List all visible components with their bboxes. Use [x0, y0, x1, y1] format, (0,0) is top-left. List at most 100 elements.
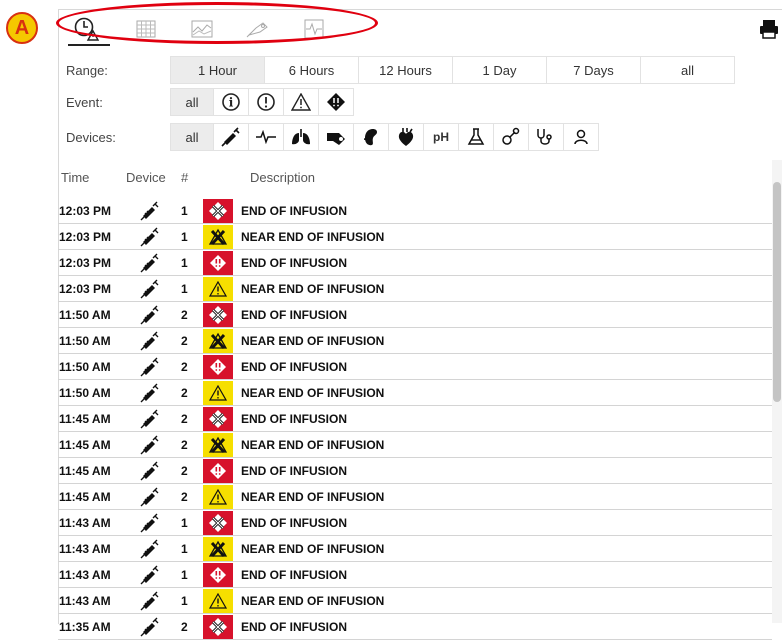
- syringe-icon: [125, 201, 177, 221]
- devices-all[interactable]: all: [170, 123, 214, 151]
- table-row[interactable]: 11:45 AM 2 END OF INFUSION: [58, 458, 772, 484]
- svg-text:i: i: [229, 96, 234, 110]
- row-time: 11:45 AM: [59, 463, 111, 478]
- range-all[interactable]: all: [640, 56, 735, 84]
- row-time: 11:45 AM: [59, 411, 111, 426]
- warning-triangle-icon[interactable]: [283, 88, 319, 116]
- yellow-tri-alarm-icon: [203, 380, 233, 405]
- row-description: NEAR END OF INFUSION: [241, 593, 385, 608]
- row-number: 2: [181, 489, 188, 504]
- scrollbar-thumb[interactable]: [773, 182, 781, 402]
- range-1-hour[interactable]: 1 Hour: [170, 56, 265, 84]
- chart-icon[interactable]: [180, 14, 224, 44]
- ph-icon[interactable]: pH: [423, 123, 459, 151]
- info-icon[interactable]: i: [213, 88, 249, 116]
- pump-device-icon[interactable]: [318, 123, 354, 151]
- row-description: END OF INFUSION: [241, 463, 348, 478]
- kidney-icon[interactable]: [353, 123, 389, 151]
- table-row[interactable]: 11:50 AM 2 END OF INFUSION: [58, 354, 772, 380]
- table-row[interactable]: 11:35 AM 2 END OF INFUSION: [58, 614, 772, 640]
- pacifier-icon[interactable]: [493, 123, 529, 151]
- event-filter: Event: all i: [66, 87, 354, 117]
- row-description: END OF INFUSION: [241, 567, 348, 582]
- table-row[interactable]: 11:43 AM 1 NEAR END OF INFUSION: [58, 536, 772, 562]
- range-12-hours[interactable]: 12 Hours: [358, 56, 453, 84]
- yellow-tri-alarm-icon: [203, 484, 233, 509]
- row-description: END OF INFUSION: [241, 515, 348, 530]
- row-number: 1: [181, 281, 188, 296]
- devices-filter: Devices: all pH: [66, 122, 599, 152]
- flask-icon[interactable]: [458, 123, 494, 151]
- row-description: NEAR END OF INFUSION: [241, 333, 385, 348]
- syringe-icon: [125, 487, 177, 507]
- table-row[interactable]: 11:50 AM 2 NEAR END OF INFUSION: [58, 380, 772, 406]
- row-number: 2: [181, 619, 188, 634]
- table-row[interactable]: 11:45 AM 2 END OF INFUSION: [58, 406, 772, 432]
- syringe-icon: [125, 383, 177, 403]
- row-time: 11:45 AM: [59, 489, 111, 504]
- row-description: NEAR END OF INFUSION: [241, 541, 385, 556]
- range-7-days[interactable]: 7 Days: [546, 56, 641, 84]
- heart-icon[interactable]: [388, 123, 424, 151]
- exclamation-circle-icon[interactable]: [248, 88, 284, 116]
- alarm-diamond-icon[interactable]: [318, 88, 354, 116]
- table-row[interactable]: 11:43 AM 1 END OF INFUSION: [58, 510, 772, 536]
- red-x-alarm-icon: [203, 406, 233, 431]
- row-time: 11:43 AM: [59, 541, 111, 556]
- row-description: END OF INFUSION: [241, 255, 348, 270]
- lungs-icon[interactable]: [283, 123, 319, 151]
- syringe-icon: [125, 279, 177, 299]
- row-time: 11:50 AM: [59, 385, 111, 400]
- stethoscope-icon[interactable]: [528, 123, 564, 151]
- table-row[interactable]: 11:50 AM 2 NEAR END OF INFUSION: [58, 328, 772, 354]
- event-all[interactable]: all: [170, 88, 214, 116]
- yellow-x-alarm-icon: [203, 536, 233, 561]
- clock-alarm-icon[interactable]: [64, 14, 110, 46]
- row-number: 1: [181, 515, 188, 530]
- row-time: 12:03 PM: [59, 281, 112, 296]
- row-number: 1: [181, 255, 188, 270]
- syringe-icon[interactable]: [213, 123, 249, 151]
- row-description: END OF INFUSION: [241, 411, 348, 426]
- pump-icon[interactable]: [236, 14, 280, 44]
- devices-label: Devices:: [66, 129, 116, 145]
- header-number[interactable]: #: [181, 170, 188, 185]
- callout-badge: A: [6, 12, 38, 44]
- header-device[interactable]: Device: [126, 170, 166, 185]
- table-row[interactable]: 12:03 PM 1 NEAR END OF INFUSION: [58, 224, 772, 250]
- header-time[interactable]: Time: [61, 170, 89, 185]
- table-row[interactable]: 11:43 AM 1 END OF INFUSION: [58, 562, 772, 588]
- table-row[interactable]: 12:03 PM 1 NEAR END OF INFUSION: [58, 276, 772, 302]
- table-row[interactable]: 12:03 PM 1 END OF INFUSION: [58, 198, 772, 224]
- table-row[interactable]: 11:45 AM 2 NEAR END OF INFUSION: [58, 484, 772, 510]
- red-x-alarm-icon: [203, 614, 233, 639]
- row-number: 1: [181, 203, 188, 218]
- event-label: Event:: [66, 94, 103, 110]
- table-row[interactable]: 11:50 AM 2 END OF INFUSION: [58, 302, 772, 328]
- row-time: 11:43 AM: [59, 515, 111, 530]
- table-row[interactable]: 12:03 PM 1 END OF INFUSION: [58, 250, 772, 276]
- ecg-icon[interactable]: [248, 123, 284, 151]
- syringe-icon: [125, 357, 177, 377]
- table-row[interactable]: 11:45 AM 2 NEAR END OF INFUSION: [58, 432, 772, 458]
- red-diamond-alarm-icon: [203, 250, 233, 275]
- row-time: 11:50 AM: [59, 359, 111, 374]
- yellow-tri-alarm-icon: [203, 588, 233, 613]
- person-icon[interactable]: [563, 123, 599, 151]
- range-1-day[interactable]: 1 Day: [452, 56, 547, 84]
- range-6-hours[interactable]: 6 Hours: [264, 56, 359, 84]
- row-description: END OF INFUSION: [241, 359, 348, 374]
- row-time: 11:50 AM: [59, 307, 111, 322]
- printer-icon[interactable]: [758, 18, 780, 40]
- grid-table-icon[interactable]: [124, 14, 168, 44]
- row-description: NEAR END OF INFUSION: [241, 229, 385, 244]
- row-time: 12:03 PM: [59, 203, 112, 218]
- header-description[interactable]: Description: [250, 170, 315, 185]
- row-description: END OF INFUSION: [241, 619, 348, 634]
- red-diamond-alarm-icon: [203, 354, 233, 379]
- table-row[interactable]: 11:43 AM 1 NEAR END OF INFUSION: [58, 588, 772, 614]
- monitor-trace-icon[interactable]: [292, 14, 336, 44]
- row-time: 12:03 PM: [59, 229, 112, 244]
- range-filter: Range: 1 Hour 6 Hours 12 Hours 1 Day 7 D…: [66, 55, 735, 85]
- row-number: 2: [181, 333, 188, 348]
